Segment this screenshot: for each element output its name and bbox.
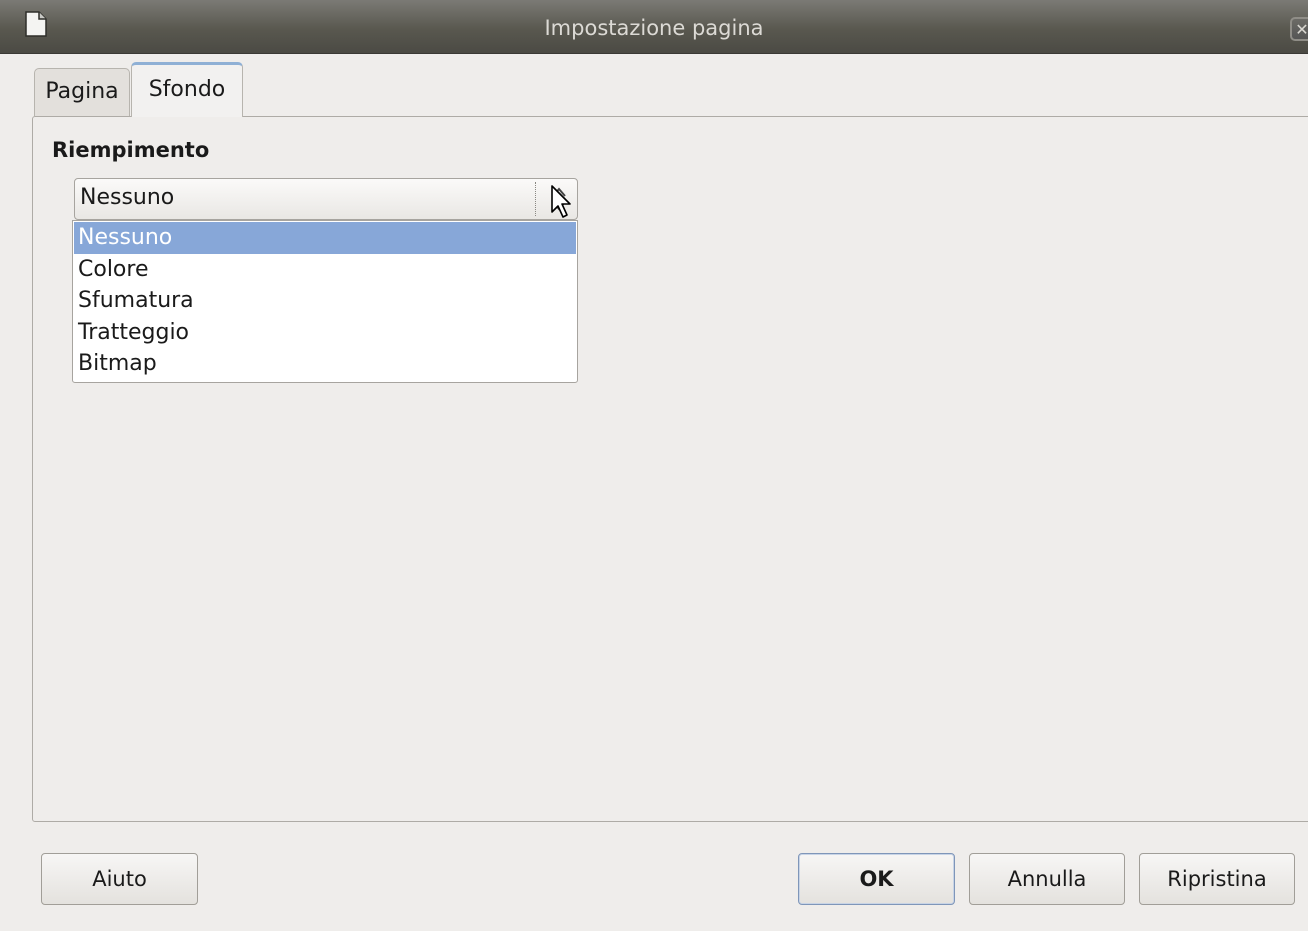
option-colore[interactable]: Colore: [74, 254, 576, 286]
option-tratteggio[interactable]: Tratteggio: [74, 317, 576, 349]
help-button[interactable]: Aiuto: [41, 853, 198, 905]
cancel-button[interactable]: Annulla: [969, 853, 1125, 905]
combo-divider: [535, 182, 536, 216]
ok-button[interactable]: OK: [798, 853, 955, 905]
fill-type-combobox[interactable]: Nessuno: [74, 178, 578, 220]
reset-button[interactable]: Ripristina: [1139, 853, 1295, 905]
option-nessuno[interactable]: Nessuno: [74, 222, 576, 254]
fill-section-label: Riempimento: [52, 138, 210, 162]
fill-type-dropdown-list: Nessuno Colore Sfumatura Tratteggio Bitm…: [72, 220, 578, 383]
mouse-pointer-icon: [550, 184, 576, 224]
close-icon[interactable]: ✕: [1290, 17, 1308, 41]
tab-sfondo[interactable]: Sfondo: [131, 62, 243, 117]
option-bitmap[interactable]: Bitmap: [74, 348, 576, 380]
option-sfumatura[interactable]: Sfumatura: [74, 285, 576, 317]
fill-type-selected-value: Nessuno: [80, 185, 175, 210]
title-bar: Impostazione pagina ✕: [0, 0, 1308, 54]
window-title: Impostazione pagina: [544, 16, 764, 40]
tab-pagina[interactable]: Pagina: [34, 68, 130, 116]
